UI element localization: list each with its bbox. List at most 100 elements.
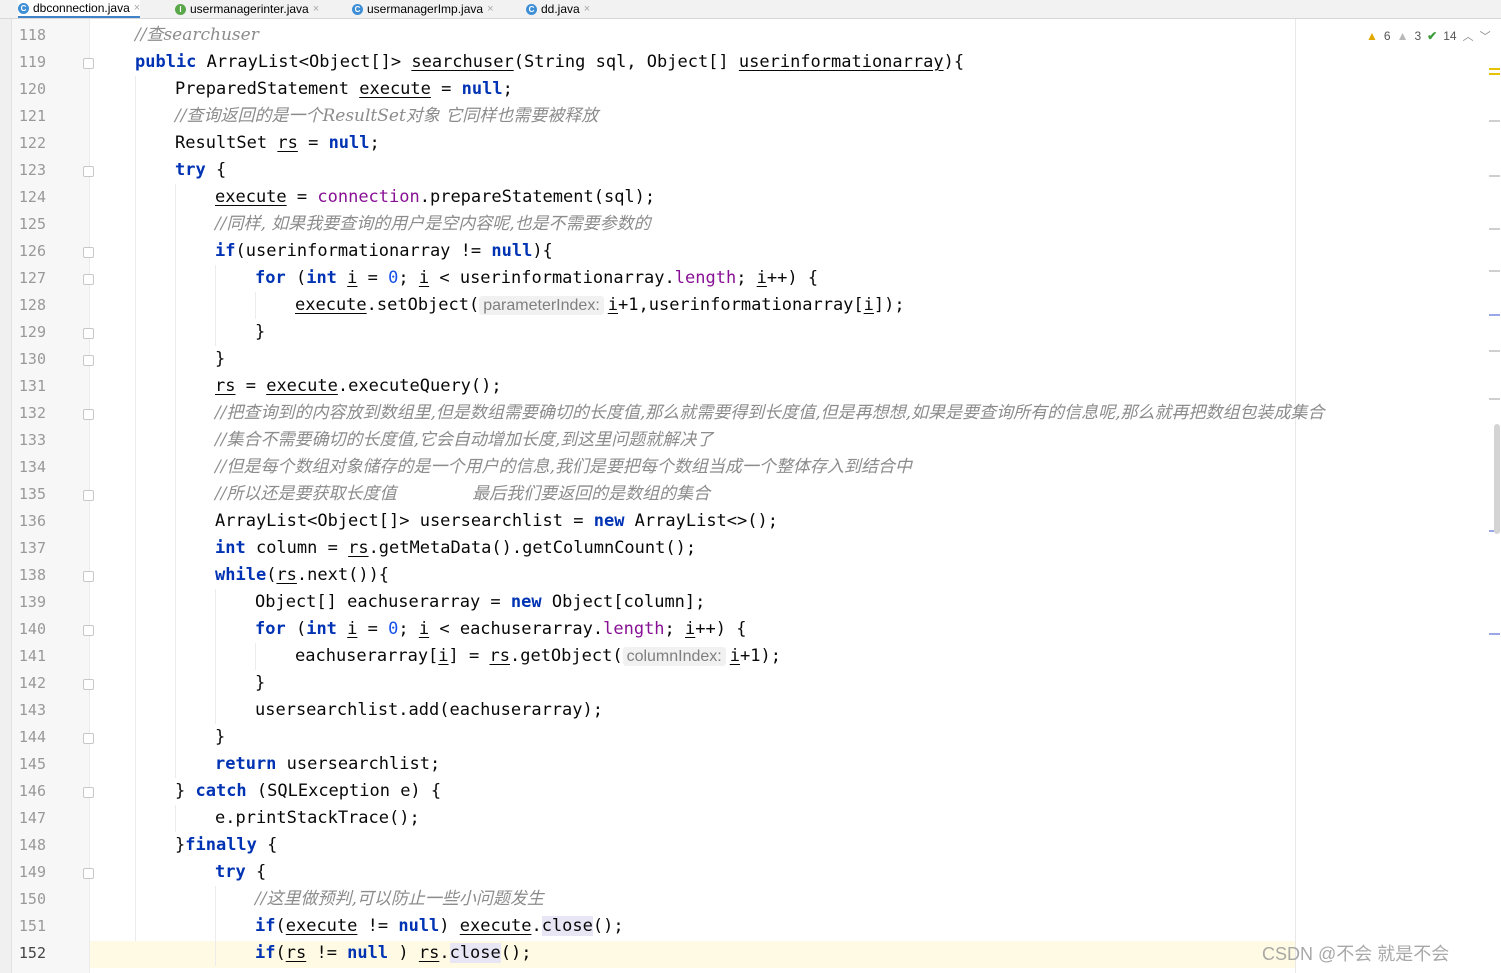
code-line-123: try { [175, 157, 226, 184]
scroll-marker[interactable] [1489, 350, 1500, 352]
line-number: 126 [18, 242, 46, 260]
fold-toggle-icon[interactable] [83, 787, 94, 798]
keyword: return [215, 754, 277, 774]
line-number: 124 [18, 188, 46, 206]
code-line-147: e.printStackTrace(); [215, 808, 420, 828]
code-line-150: //这里做预判,可以防止一些小问题发生 [255, 886, 544, 913]
scroll-marker[interactable] [1489, 398, 1500, 400]
line-number: 132 [18, 404, 46, 422]
highlighted-method: close [449, 943, 501, 963]
code-line-140: for (int i = 0; i < eachuserarray.length… [255, 616, 746, 643]
line-number: 134 [18, 458, 46, 476]
highlighted-method: close [541, 916, 593, 936]
code-line-125: //同样, 如果我要查询的用户是空内容呢,也是不需要参数的 [215, 211, 651, 238]
fold-toggle-icon[interactable] [83, 571, 94, 582]
line-number: 135 [18, 485, 46, 503]
line-number: 118 [18, 26, 46, 44]
code-line-132: //把查询到的内容放到数组里,但是数组需要确切的长度值,那么就需要得到长度值,但… [215, 400, 1324, 427]
indent-guide [135, 76, 136, 941]
fold-toggle-icon[interactable] [83, 274, 94, 285]
code-text: ResultSet [175, 133, 278, 153]
tab-dd[interactable]: C dd.java × [526, 0, 590, 18]
fold-toggle-icon[interactable] [83, 625, 94, 636]
code-text: = [286, 187, 318, 207]
tab-dbconnection[interactable]: C dbconnection.java × [18, 0, 141, 18]
code-text: ; [664, 619, 686, 639]
code-text: { [245, 862, 267, 882]
variable: rs [277, 133, 298, 153]
scroll-marker[interactable] [1489, 228, 1500, 230]
indent-guide [215, 589, 216, 724]
close-icon[interactable]: × [487, 3, 493, 15]
code-text: +1); [740, 646, 781, 666]
code-text: ; [398, 619, 419, 639]
close-icon[interactable]: × [584, 3, 590, 15]
right-margin-guide [1295, 19, 1296, 973]
tab-usermanagerinter[interactable]: I usermanagerinter.java × [175, 0, 319, 18]
scroll-marker[interactable] [1489, 175, 1500, 177]
fold-toggle-icon[interactable] [83, 247, 94, 258]
number: 0 [388, 619, 399, 639]
fold-toggle-icon[interactable] [83, 166, 94, 177]
code-line-145: return usersearchlist; [215, 751, 440, 778]
code-line-120: PreparedStatement execute = null; [175, 76, 513, 103]
keyword: if [215, 241, 236, 261]
close-icon[interactable]: × [313, 3, 319, 15]
code-text: (userinformationarray != [235, 241, 492, 261]
fold-toggle-icon[interactable] [83, 355, 94, 366]
line-number: 119 [18, 53, 46, 71]
variable: i [418, 268, 430, 288]
parameter: userinformationarray [738, 52, 944, 72]
variable: execute [295, 295, 367, 315]
weak-warning-icon: ▲ [1396, 29, 1409, 43]
fold-toggle-icon[interactable] [83, 733, 94, 744]
line-number: 145 [18, 755, 46, 773]
inspections-widget[interactable]: ▲ 6 ▲ 3 ✔ 14 ︿ ﹀ [1366, 26, 1491, 46]
java-interface-icon: I [175, 3, 186, 15]
code-text: . [439, 943, 450, 963]
code-line-142: } [255, 673, 266, 693]
tab-label: usermanagerinter.java [190, 2, 309, 16]
code-text: . [531, 916, 542, 936]
line-number: 130 [18, 350, 46, 368]
fold-toggle-icon[interactable] [83, 328, 94, 339]
fold-toggle-icon[interactable] [83, 490, 94, 501]
keyword: try [175, 160, 206, 180]
code-text: != [306, 943, 348, 963]
comment: //同样, 如果我要查询的用户是空内容呢,也是不需要参数的 [215, 214, 651, 234]
code-text: (); [592, 916, 624, 936]
vertical-scrollbar-thumb[interactable] [1494, 424, 1500, 534]
left-tool-strip [0, 19, 12, 973]
code-text: ] = [448, 646, 490, 666]
chevron-down-icon[interactable]: ﹀ [1480, 28, 1491, 44]
code-line-137: int column = rs.getMetaData().getColumnC… [215, 535, 696, 562]
scroll-marker[interactable] [1489, 633, 1500, 635]
chevron-up-icon[interactable]: ︿ [1463, 28, 1474, 44]
scroll-marker[interactable] [1489, 270, 1500, 272]
indent-guide [175, 805, 176, 832]
code-text: ArrayList<Object[]> [215, 511, 420, 531]
code-text: ArrayList<Object[]> [196, 52, 412, 72]
indent-guide [175, 184, 176, 778]
code-line-143: usersearchlist.add(eachuserarray); [255, 700, 603, 720]
warning-marker[interactable] [1489, 73, 1500, 75]
fold-toggle-icon[interactable] [83, 868, 94, 879]
fold-toggle-icon[interactable] [83, 58, 94, 69]
scroll-marker[interactable] [1489, 314, 1500, 316]
tab-usermanagerImp[interactable]: C usermanagerImp.java × [352, 0, 494, 18]
warning-marker[interactable] [1489, 68, 1500, 70]
variable: rs [489, 646, 510, 666]
code-line-149: try { [215, 859, 266, 886]
code-line-128: execute.setObject(parameterIndex: i+1,use… [295, 292, 905, 319]
warning-icon: ▲ [1366, 29, 1378, 43]
line-number: 139 [18, 593, 46, 611]
code-text: .executeQuery(); [337, 376, 502, 396]
fold-toggle-icon[interactable] [83, 679, 94, 690]
keyword: try [215, 862, 246, 882]
code-text: ){ [532, 241, 553, 261]
keyword: null [328, 133, 370, 153]
scroll-marker[interactable] [1489, 120, 1500, 122]
fold-toggle-icon[interactable] [83, 409, 94, 420]
close-icon[interactable]: × [134, 2, 140, 14]
